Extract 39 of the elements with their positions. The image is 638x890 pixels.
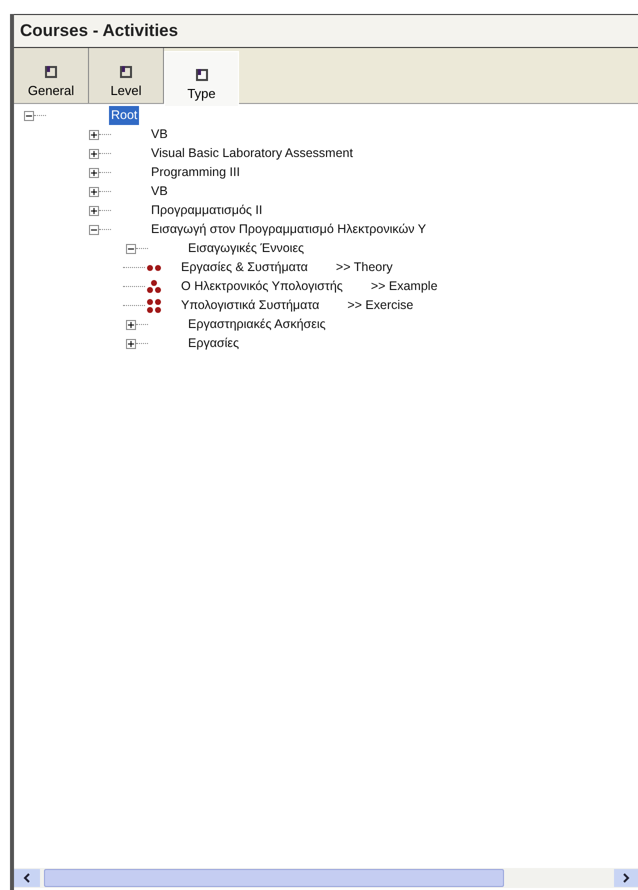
tree-item[interactable]: VB [149,182,170,201]
expand-icon[interactable] [89,148,99,158]
collapse-icon[interactable] [24,110,34,120]
tree-item[interactable]: Εισαγωγή στον Προγραμματισμό Ηλεκτρονικών Υ [149,220,428,239]
tree-item[interactable]: Εργασίες [186,334,242,353]
collapse-icon[interactable] [126,244,136,254]
tab[interactable]: Level [89,48,164,103]
tree-item[interactable]: Εργασίες & Συστήματα [179,258,310,277]
tree-item[interactable]: Υπολογιστικά Συστήματα [179,296,322,315]
type-tag: >> Example [370,277,438,296]
tree-item[interactable]: Programming III [149,163,242,182]
tree-item[interactable]: Visual Basic Laboratory Assessment [149,144,355,163]
window-title: Courses - Activities [14,14,638,48]
tree-item[interactable]: Root [109,106,140,125]
expand-icon[interactable] [89,206,99,216]
type-tag: >> Exercise [347,296,414,315]
tab[interactable]: Type [164,51,239,106]
four-dots-icon [145,298,163,314]
collapse-icon[interactable] [89,224,99,234]
scroll-left-button[interactable] [14,869,40,887]
expand-icon[interactable] [126,338,136,348]
scroll-thumb[interactable] [44,869,504,887]
expand-icon[interactable] [89,186,99,196]
tree-item[interactable]: Προγραμματισμός ΙΙ [149,201,264,220]
folder-icon [118,64,134,78]
type-tag: >> Theory [336,258,393,277]
expand-icon[interactable] [89,168,99,178]
tree-item[interactable]: Εισαγωγικές Έννοιες [186,239,306,258]
expand-icon[interactable] [126,320,136,330]
scroll-right-button[interactable] [614,869,638,887]
folder-icon [43,64,59,78]
three-dots-icon [145,278,163,294]
folder-icon [194,68,210,82]
horizontal-scrollbar[interactable] [14,868,638,888]
tree-item[interactable]: Εργαστηριακές Ασκήσεις [186,315,328,334]
tree-item[interactable]: Ο Ηλεκτρονικός Υπολογιστής [179,277,345,296]
expand-icon[interactable] [89,130,99,140]
tree-item[interactable]: VB [149,125,170,144]
tab[interactable]: General [14,48,89,103]
